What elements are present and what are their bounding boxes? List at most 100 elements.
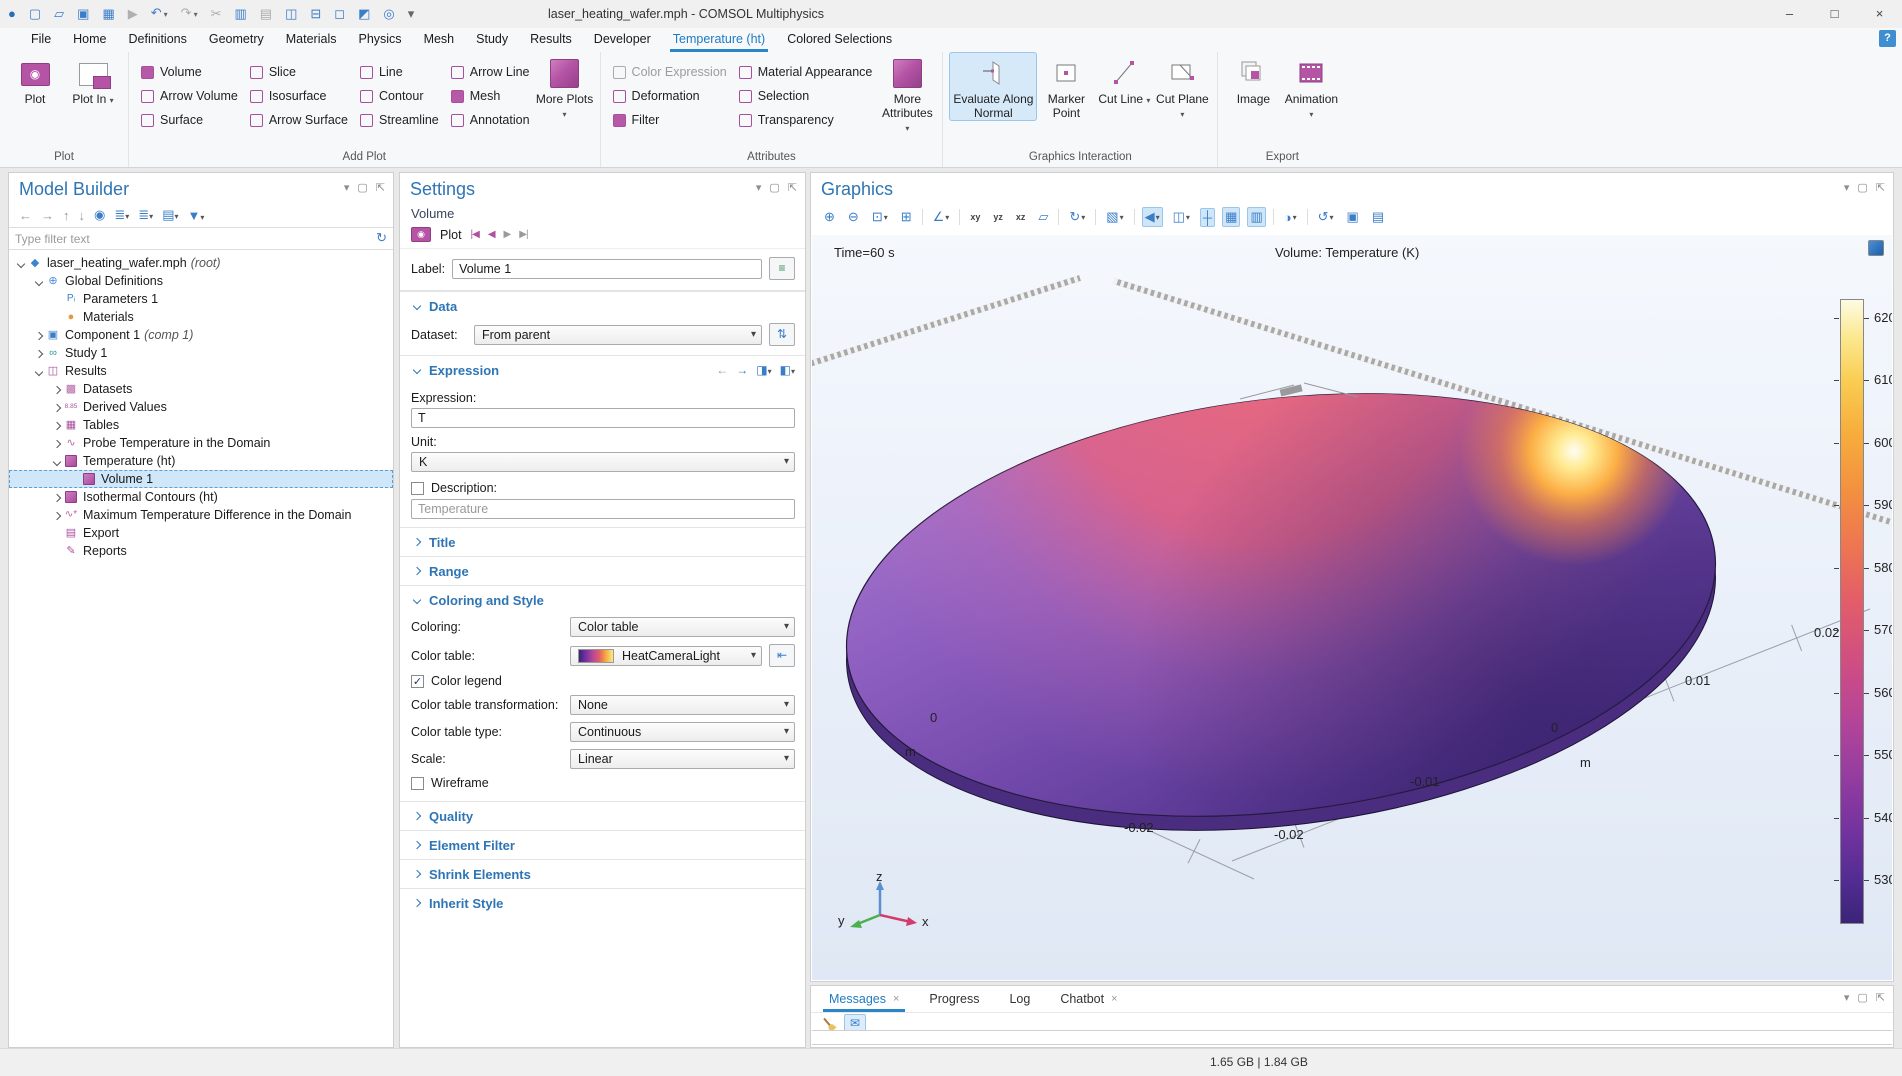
expand-icon[interactable] [51, 382, 63, 396]
filter-button[interactable]: Filter [607, 109, 733, 131]
tree-item-datasets[interactable]: ▩Datasets [9, 380, 393, 398]
streamline-button[interactable]: Streamline [354, 109, 445, 131]
tab-results[interactable]: Results [519, 28, 583, 52]
toggle-axes-icon[interactable]: ┼ [1200, 208, 1215, 227]
tree-item-study-1[interactable]: ∞Study 1 [9, 344, 393, 362]
delete-icon[interactable]: ⊟ [310, 0, 321, 28]
tab-study[interactable]: Study [465, 28, 519, 52]
perspective-icon[interactable]: ▱ [1035, 207, 1051, 227]
replace-expression-icon[interactable]: ◧▾ [780, 363, 795, 377]
zoom-in-icon[interactable]: ⊕ [821, 207, 838, 227]
panel-menu-icon[interactable]: ▾ [344, 181, 350, 194]
expand-icon[interactable] [51, 508, 63, 522]
contour-button[interactable]: Contour [354, 85, 445, 107]
tab-file[interactable]: File [20, 28, 62, 52]
section-coloring-style[interactable]: Coloring and Style [400, 585, 805, 614]
mesh-button[interactable]: Mesh [445, 85, 536, 107]
expand-icon[interactable] [51, 490, 63, 504]
refresh-icon[interactable]: ↻ [376, 230, 387, 246]
deformation-button[interactable]: Deformation [607, 85, 733, 107]
copy-icon[interactable]: ▥ [235, 0, 247, 28]
view-yz-icon[interactable]: yz [990, 210, 1006, 224]
dataset-select[interactable]: From parent [474, 325, 762, 345]
open-color-table-icon[interactable]: ⇤ [769, 644, 795, 667]
tab-temperature-ht[interactable]: Temperature (ht) [662, 28, 776, 52]
duplicate-icon[interactable]: ◫ [285, 0, 297, 28]
insert-expression-icon[interactable]: ◨▾ [756, 363, 771, 377]
update-icon[interactable]: ↺▾ [1315, 207, 1337, 227]
tab-geometry[interactable]: Geometry [198, 28, 275, 52]
appearance-icon[interactable]: ◑▾ [1281, 208, 1300, 227]
save-icon[interactable]: ▣ [77, 0, 89, 28]
tree-item-export[interactable]: ▤Export [9, 524, 393, 542]
cut-plane-button[interactable]: Cut Plane ▾ [1153, 52, 1211, 122]
more-plots-button[interactable]: More Plots ▾ [536, 52, 594, 122]
more-attributes-button[interactable]: More Attributes ▾ [878, 52, 936, 136]
plot-canvas[interactable]: Time=60 s Volume: Temperature (K) [812, 235, 1892, 980]
prev-expression-icon[interactable]: ← [716, 363, 728, 377]
isosurface-button[interactable]: Isosurface [244, 85, 354, 107]
expand-icon[interactable] [33, 328, 45, 342]
float-panel-icon[interactable]: ▢ [769, 181, 779, 194]
previous-plot-icon[interactable]: ◀ [488, 229, 495, 240]
plot-button[interactable]: ◉Plot [6, 52, 64, 106]
unit-select[interactable]: K [411, 452, 795, 472]
description-input[interactable]: Temperature [411, 499, 795, 519]
tree-item-reports[interactable]: ✎Reports [9, 542, 393, 560]
run-icon[interactable]: ▶ [128, 0, 138, 28]
panel-menu-icon[interactable]: ▾ [756, 181, 762, 194]
expand-icon[interactable] [51, 436, 63, 450]
transparency-button[interactable]: Transparency [733, 109, 879, 131]
collapse-icon[interactable] [33, 364, 45, 378]
tree-item-component-1[interactable]: ▣Component 1(comp 1) [9, 326, 393, 344]
tab-home[interactable]: Home [62, 28, 117, 52]
section-shrink-elements[interactable]: Shrink Elements [400, 859, 805, 888]
annotation-button[interactable]: Annotation [445, 109, 536, 131]
expand-icon[interactable] [33, 346, 45, 360]
tab-materials[interactable]: Materials [275, 28, 348, 52]
cut-line-button[interactable]: Cut Line ▾ [1095, 52, 1153, 108]
wireframe-checkbox[interactable] [411, 777, 424, 790]
material-appearance-button[interactable]: Material Appearance [733, 61, 879, 83]
arrow-volume-button[interactable]: Arrow Volume [135, 85, 244, 107]
show-in-model-tree-icon[interactable]: ≡ [769, 257, 795, 280]
section-range[interactable]: Range [400, 556, 805, 585]
slice-button[interactable]: Slice [244, 61, 354, 83]
color-table-type-select[interactable]: Continuous [570, 722, 795, 742]
next-expression-icon[interactable]: → [736, 363, 748, 377]
selection-button[interactable]: Selection [733, 85, 879, 107]
section-inherit-style[interactable]: Inherit Style [400, 888, 805, 917]
section-quality[interactable]: Quality [400, 801, 805, 830]
tree-item-maximum-temperature-difference-in-the-domain[interactable]: ∿*Maximum Temperature Difference in the … [9, 506, 393, 524]
next-plot-icon[interactable]: ▶ [504, 229, 511, 240]
tree-item-isothermal-contours-ht[interactable]: Isothermal Contours (ht) [9, 488, 393, 506]
redo-icon[interactable]: ↷▾ [181, 0, 198, 29]
float-panel-icon[interactable]: ▢ [357, 181, 367, 194]
view-xz-icon[interactable]: xz [1013, 210, 1029, 224]
close-tab-icon[interactable]: × [893, 987, 899, 1012]
open-file-icon[interactable]: ▱ [54, 0, 64, 28]
zoom-box-icon[interactable]: ⊡▾ [869, 207, 891, 227]
tree-item-derived-values[interactable]: 8.85Derived Values [9, 398, 393, 416]
tab-physics[interactable]: Physics [347, 28, 412, 52]
tab-messages[interactable]: Messages× [821, 987, 907, 1012]
back-icon[interactable]: ← [19, 208, 32, 223]
tree-item-materials[interactable]: ●Materials [9, 308, 393, 326]
tab-chatbot[interactable]: Chatbot× [1052, 987, 1125, 1012]
cut-icon[interactable]: ✂ [211, 0, 222, 28]
view-xy-icon[interactable]: xy [967, 210, 983, 224]
tree-item-laser-heating-wafer-mph[interactable]: ◆laser_heating_wafer.mph(root) [9, 254, 393, 272]
collapse-icon[interactable]: ≣▾ [114, 207, 129, 223]
forward-icon[interactable]: → [41, 208, 54, 223]
tree-item-probe-temperature-in-the-domain[interactable]: ∿Probe Temperature in the Domain [9, 434, 393, 452]
undo-icon[interactable]: ↶▾ [151, 0, 168, 29]
tree-item-tables[interactable]: ▦Tables [9, 416, 393, 434]
toggle-legend-icon[interactable]: ▥ [1247, 207, 1265, 227]
plot-in-button[interactable]: Plot In ▾ [64, 52, 122, 108]
paste-icon[interactable]: ▤ [260, 0, 272, 28]
toggle-grid-icon[interactable]: ▦ [1222, 207, 1240, 227]
expression-input[interactable]: T [411, 408, 795, 428]
tree-item-global-definitions[interactable]: ⊕Global Definitions [9, 272, 393, 290]
line-button[interactable]: Line [354, 61, 445, 83]
app-icon[interactable]: ● [8, 0, 16, 28]
